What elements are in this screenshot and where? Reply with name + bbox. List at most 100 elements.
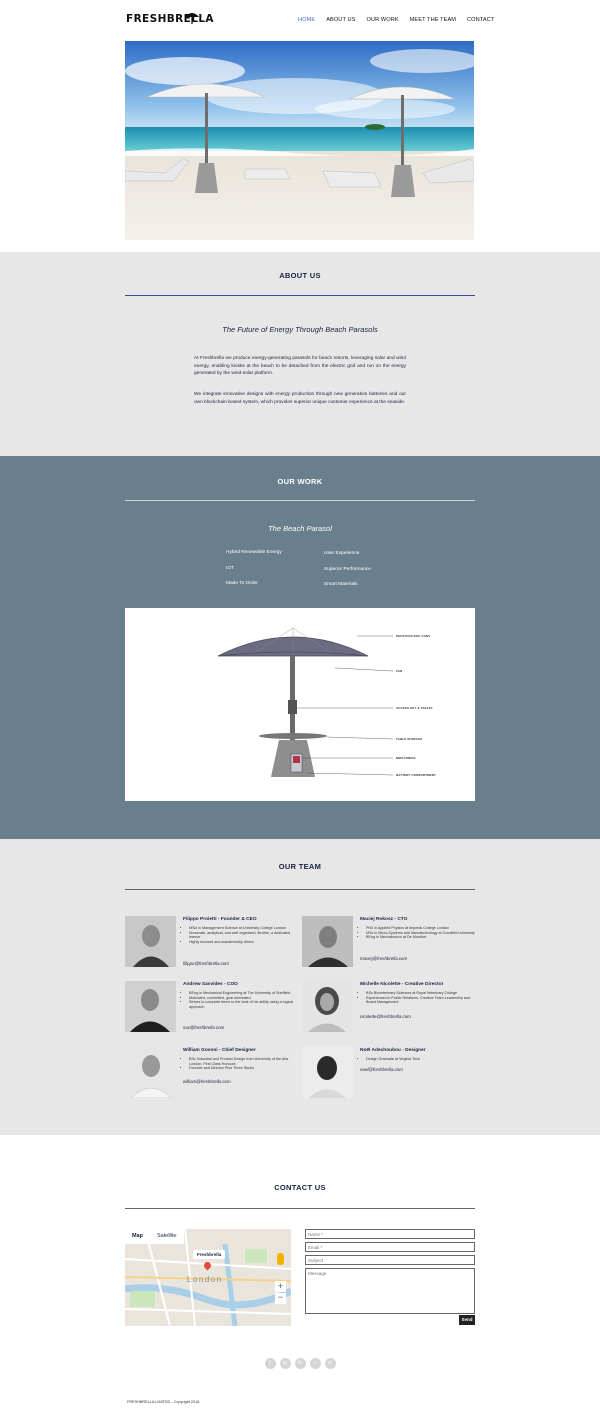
diagram-label: FAN xyxy=(396,669,403,673)
map-tab-satellite[interactable]: Satellite xyxy=(150,1229,184,1244)
beach-parasols-photo xyxy=(125,41,474,240)
map-tab-map[interactable]: Map xyxy=(125,1229,150,1244)
umbrella-icon xyxy=(185,13,199,24)
member-email[interactable]: filippo@freshbrella.com xyxy=(183,961,229,966)
street-view-icon[interactable] xyxy=(277,1253,284,1265)
member-email[interactable]: nicolette@freshbrella.com xyxy=(360,1014,411,1019)
member-bullet: Strives to complete items to the best of… xyxy=(189,1000,301,1009)
member-photo xyxy=(302,981,353,1032)
nav-team[interactable]: MEET THE TEAM xyxy=(410,17,456,23)
instagram-icon[interactable]: ig xyxy=(279,1358,291,1369)
team-member-card: William Govoni - Chief Designer BSc Indu… xyxy=(125,1047,300,1099)
member-photo xyxy=(302,1047,353,1098)
feature-item: Superior Performance xyxy=(324,567,371,572)
member-bullet: BSc Industrial and Product Design from U… xyxy=(189,1057,301,1066)
email-input[interactable]: Email * xyxy=(305,1242,475,1252)
about-subtitle: The Future of Energy Through Beach Paras… xyxy=(222,325,378,334)
member-bullet: Numerate, analytical, and well organized… xyxy=(189,931,301,940)
feature-item: User Experience xyxy=(324,551,360,556)
message-textarea[interactable]: Message xyxy=(305,1268,475,1314)
social-links: f ig in t yt xyxy=(0,1358,600,1369)
location-map[interactable]: Map Satellite Freshbrella London + − xyxy=(125,1229,291,1326)
nav-work[interactable]: OUR WORK xyxy=(366,17,398,23)
diagram-label: BATTERY COMPARTMENT xyxy=(396,773,436,777)
member-photo xyxy=(302,916,353,967)
work-divider xyxy=(125,500,475,501)
map-pin-label: Freshbrella xyxy=(193,1250,226,1259)
member-email[interactable]: sav@freshbrella.com xyxy=(183,1025,224,1030)
member-bullets: Design Graduate at Virginia Tech xyxy=(366,1057,478,1062)
team-section: OUR TEAM Filippo Proietti - Founder & CE… xyxy=(0,839,600,1135)
feature-item: Hybrid Renewable Energy xyxy=(226,550,282,555)
team-member-card: Noël Adechoubou - Designer Design Gradua… xyxy=(302,1047,477,1099)
member-bullets: BSc Industrial and Product Design from U… xyxy=(189,1057,301,1071)
member-bullets: MSci in Management Science at University… xyxy=(189,926,301,944)
diagram-label: ACCESS KEY & TABLET xyxy=(396,706,433,710)
member-email[interactable]: noel@freshbrella.com xyxy=(360,1067,403,1072)
work-section: OUR WORK The Beach Parasol Hybrid Renewa… xyxy=(0,456,600,839)
nav-home[interactable]: HOME xyxy=(298,17,315,23)
nav-contact[interactable]: CONTACT xyxy=(467,17,494,23)
name-input[interactable]: Name * xyxy=(305,1229,475,1239)
feature-item: Made To Order xyxy=(226,581,258,586)
member-name: Filippo Proietti - Founder & CEO xyxy=(183,917,257,922)
member-name: Andrew Savvides - COO xyxy=(183,982,238,987)
hero-image xyxy=(125,41,474,240)
member-photo xyxy=(125,981,176,1032)
member-name: Noël Adechoubou - Designer xyxy=(360,1048,426,1053)
work-subtitle: The Beach Parasol xyxy=(268,524,332,533)
work-title: OUR WORK xyxy=(277,477,323,486)
linkedin-icon[interactable]: in xyxy=(294,1358,306,1369)
diagram-label: MINI FRIDGE xyxy=(396,756,416,760)
map-city-label: London xyxy=(187,1275,223,1284)
member-name: William Govoni - Chief Designer xyxy=(183,1048,256,1053)
diagram-label: TABLE SURFACE xyxy=(396,737,423,741)
member-email[interactable]: william@freshbrella.com xyxy=(183,1079,231,1084)
member-bullets: BEng in Mechanical Engineering at The Un… xyxy=(189,991,301,1009)
about-paragraph-1: At Freshbrella we produce energy-generat… xyxy=(194,356,406,377)
member-bullet: Founder and Director Plus Three Studio xyxy=(189,1066,301,1071)
member-bullets: PhD in Applied Physics at Imperial Colle… xyxy=(366,926,478,940)
member-photo xyxy=(125,1047,176,1098)
feature-item: IOT xyxy=(226,566,234,571)
about-title: ABOUT US xyxy=(279,271,321,280)
member-photo xyxy=(125,916,176,967)
team-member-card: Andrew Savvides - COO BEng in Mechanical… xyxy=(125,981,300,1033)
main-nav: HOME ABOUT US OUR WORK MEET THE TEAM CON… xyxy=(298,17,505,23)
team-title: OUR TEAM xyxy=(278,862,322,871)
member-bullet: Highly focused and academically driven xyxy=(189,940,301,945)
member-bullet: Experienced in Public Relations, Creativ… xyxy=(366,996,478,1005)
diagram-label: PHOTOVOLTAIC CANV xyxy=(396,634,431,638)
member-name: Michelle Nicolette - Creative Director xyxy=(360,982,444,987)
team-member-card: Maciej Rokosz - CTO PhD in Applied Physi… xyxy=(302,916,477,968)
nav-about[interactable]: ABOUT US xyxy=(326,17,355,23)
contact-divider xyxy=(125,1208,475,1209)
zoom-out-button[interactable]: − xyxy=(275,1293,286,1304)
team-member-card: Michelle Nicolette - Creative Director B… xyxy=(302,981,477,1033)
brand-logo[interactable]: FRESHBRELLA xyxy=(126,13,214,25)
subject-input[interactable]: Subject xyxy=(305,1255,475,1265)
member-name: Maciej Rokosz - CTO xyxy=(360,917,408,922)
member-bullets: BSc Bioveterinary Sciences at Royal Vete… xyxy=(366,991,478,1005)
parasol-diagram: PHOTOVOLTAIC CANV FAN ACCESS KEY & TABLE… xyxy=(125,608,475,801)
member-bullet: MSci in Management Science at University… xyxy=(189,926,301,931)
facebook-icon[interactable]: f xyxy=(264,1358,276,1369)
footer-copyright: FRESHBRELLA LIMITED - Copyright 2018 xyxy=(127,1400,200,1404)
team-divider xyxy=(125,889,475,890)
member-bullet: Design Graduate at Virginia Tech xyxy=(366,1057,478,1062)
map-type-tabs: Map Satellite xyxy=(125,1229,184,1244)
about-section: ABOUT US The Future of Energy Through Be… xyxy=(0,252,600,456)
about-paragraph-2: We integrate innovative designs with ene… xyxy=(194,392,406,405)
about-divider xyxy=(125,295,475,296)
twitter-icon[interactable]: t xyxy=(309,1358,321,1369)
member-email[interactable]: maciej@freshbrella.com xyxy=(360,956,407,961)
site-header: FRESHBRELLA HOME ABOUT US OUR WORK MEET … xyxy=(0,0,600,40)
team-member-card: Filippo Proietti - Founder & CEO MSci in… xyxy=(125,916,300,968)
feature-item: Smart Materials xyxy=(324,582,358,587)
member-bullet: BEng in Mechanical Engineering at The Un… xyxy=(189,991,301,996)
member-bullet: BEng in Mechatronics at De Montfort xyxy=(366,935,478,940)
send-button[interactable]: Send xyxy=(459,1315,475,1325)
zoom-in-button[interactable]: + xyxy=(275,1281,286,1292)
youtube-icon[interactable]: yt xyxy=(324,1358,336,1369)
contact-title: CONTACT US xyxy=(274,1183,326,1192)
